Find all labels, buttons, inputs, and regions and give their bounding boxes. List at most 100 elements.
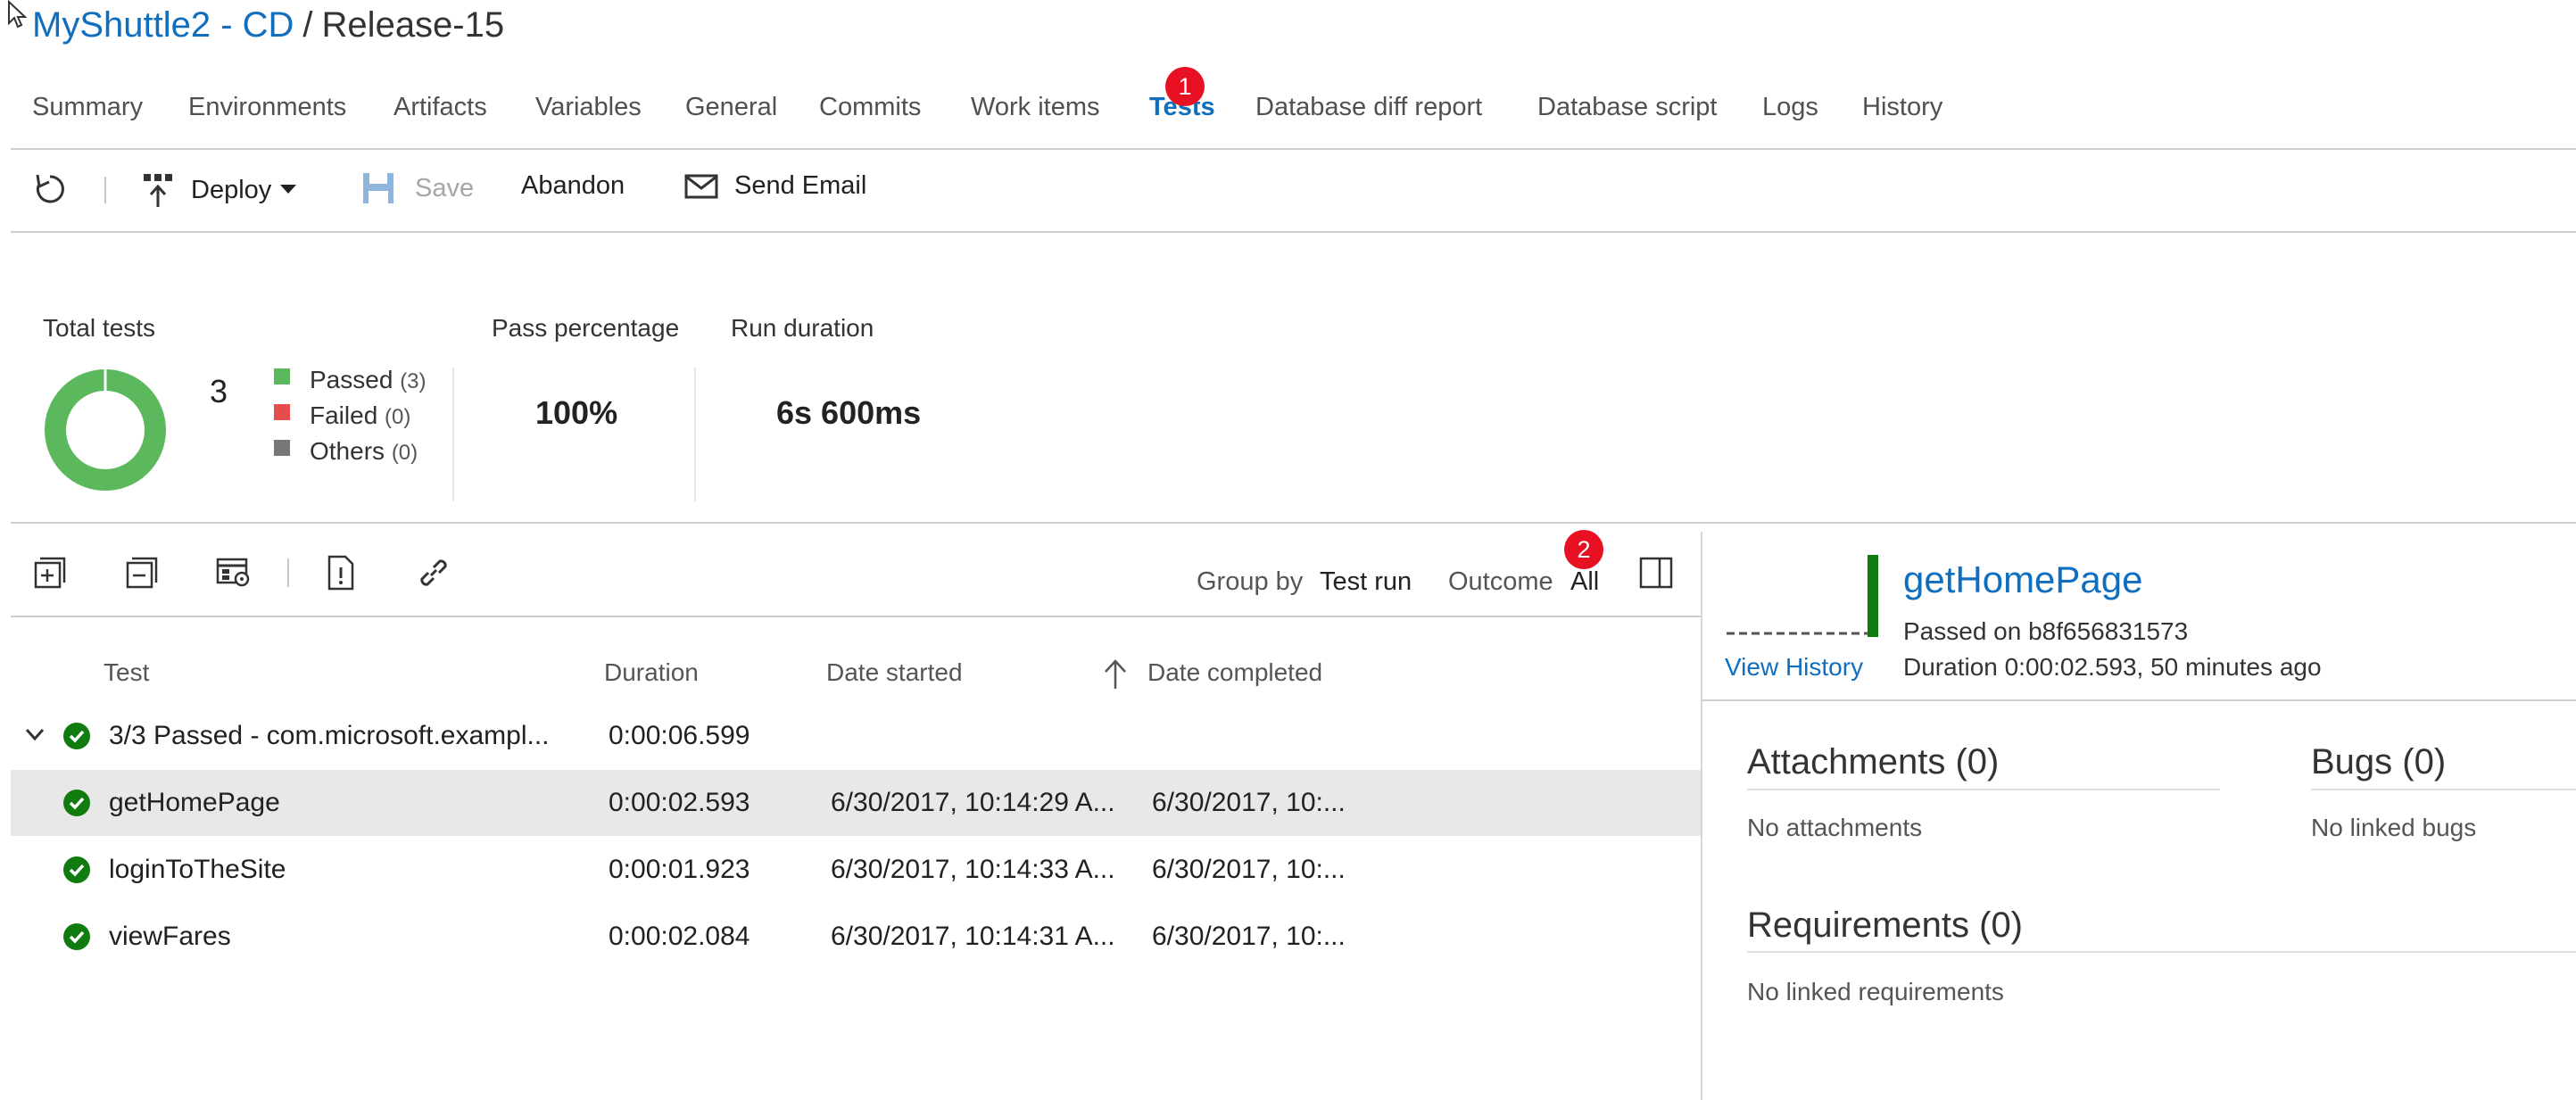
test-duration: 0:00:01.923 — [609, 855, 750, 884]
legend-passed-label: Passed — [310, 366, 393, 393]
test-date-completed: 6/30/2017, 10:... — [1152, 855, 1346, 884]
column-options-icon — [215, 556, 253, 590]
send-email-button[interactable]: Send Email — [684, 171, 866, 201]
passed-check-icon — [63, 923, 90, 950]
outcome-label: Outcome — [1448, 567, 1553, 596]
save-label: Save — [415, 173, 475, 203]
tab-logs[interactable]: Logs — [1762, 93, 1818, 122]
create-bug-button[interactable] — [318, 550, 364, 596]
tab-database-script[interactable]: Database script — [1537, 93, 1718, 122]
test-date-started: 6/30/2017, 10:14:29 A... — [831, 788, 1115, 817]
test-date-started: 6/30/2017, 10:14:33 A... — [831, 855, 1115, 884]
save-icon — [361, 171, 395, 205]
view-history-link[interactable]: View History — [1725, 653, 1863, 682]
requirements-underline — [1747, 951, 2576, 953]
deploy-label: Deploy — [191, 175, 272, 204]
tab-database-diff-report[interactable]: Database diff report — [1255, 93, 1482, 122]
legend-passed-count: (3) — [400, 369, 427, 393]
group-by-dropdown[interactable]: Test run — [1320, 567, 1412, 597]
bugs-underline — [2311, 789, 2576, 790]
report-issue-icon — [327, 555, 355, 591]
column-header-duration[interactable]: Duration — [604, 658, 699, 687]
test-date-started: 6/30/2017, 10:14:31 A... — [831, 922, 1115, 951]
expand-all-button[interactable] — [27, 550, 73, 596]
group-duration: 0:00:06.599 — [609, 721, 750, 750]
toolbar-divider — [11, 231, 2576, 233]
tests-donut-chart — [43, 368, 168, 492]
pane-splitter[interactable] — [1701, 532, 1702, 1100]
test-name: viewFares — [109, 922, 231, 951]
duration-text: Duration 0:00:02.593, 50 minutes ago — [1903, 653, 2322, 681]
total-tests-label: Total tests — [43, 314, 156, 342]
breadcrumb: MyShuttle2 - CD / Release-15 — [32, 5, 504, 45]
test-history-sparkline — [1725, 553, 1894, 639]
requirements-empty-text: No linked requirements — [1747, 978, 2004, 1005]
test-duration: 0:00:02.593 — [609, 788, 750, 817]
legend-failed-count: (0) — [385, 405, 411, 429]
column-header-test[interactable]: Test — [104, 658, 149, 687]
chevron-down-icon — [280, 185, 297, 195]
test-date-completed: 6/30/2017, 10:... — [1152, 922, 1346, 951]
summary-divider-bottom — [11, 522, 2576, 524]
sort-ascending-icon — [1103, 658, 1128, 689]
passed-check-icon — [63, 790, 90, 816]
detail-header-divider — [1701, 699, 2576, 701]
tab-general[interactable]: General — [685, 93, 777, 122]
group-by-label: Group by — [1197, 567, 1304, 596]
callout-badge-1: 1 — [1165, 67, 1205, 106]
group-name: 3/3 Passed - com.microsoft.exampl... — [109, 721, 550, 750]
pass-percentage-label: Pass percentage — [492, 314, 680, 342]
tab-summary[interactable]: Summary — [32, 93, 143, 122]
tabs-divider — [11, 148, 2576, 150]
breadcrumb-separator: / — [302, 5, 313, 45]
pass-percentage-value: 100% — [535, 394, 618, 431]
expand-all-icon — [33, 556, 67, 590]
collapse-all-icon — [125, 556, 159, 590]
group-row[interactable]: 3/3 Passed - com.microsoft.exampl... 0:0… — [11, 703, 1701, 769]
chevron-down-icon[interactable] — [25, 728, 45, 742]
send-email-label: Send Email — [734, 171, 867, 200]
collapse-all-button[interactable] — [119, 550, 165, 596]
column-header-date-completed[interactable]: Date completed — [1147, 658, 1322, 687]
tab-artifacts[interactable]: Artifacts — [393, 93, 487, 122]
refresh-button[interactable] — [32, 170, 68, 209]
summary-divider — [694, 368, 696, 501]
link-button[interactable] — [410, 550, 457, 596]
save-button[interactable]: Save — [361, 171, 474, 205]
bugs-heading[interactable]: Bugs (0) — [2311, 742, 2446, 782]
table-row[interactable]: loginToTheSite 0:00:01.923 6/30/2017, 10… — [11, 837, 1701, 903]
table-row[interactable]: viewFares 0:00:02.084 6/30/2017, 10:14:3… — [11, 904, 1701, 970]
results-header-divider — [11, 616, 1701, 617]
table-row[interactable]: getHomePage 0:00:02.593 6/30/2017, 10:14… — [11, 770, 1701, 836]
column-header-date-started[interactable]: Date started — [826, 658, 963, 687]
deploy-button[interactable]: Deploy — [141, 171, 297, 209]
test-name: getHomePage — [109, 788, 280, 817]
others-swatch — [274, 440, 290, 456]
outcome-dropdown[interactable]: All — [1570, 567, 1599, 597]
passed-check-icon — [63, 723, 90, 749]
results-toolbar-separator — [287, 558, 289, 587]
test-date-completed: 6/30/2017, 10:... — [1152, 788, 1346, 817]
tab-history[interactable]: History — [1862, 93, 1942, 122]
breadcrumb-project-link[interactable]: MyShuttle2 - CD — [32, 5, 294, 45]
requirements-heading[interactable]: Requirements (0) — [1747, 906, 2023, 946]
test-name: loginToTheSite — [109, 855, 286, 884]
test-detail-title[interactable]: getHomePage — [1903, 558, 2143, 601]
tab-work-items[interactable]: Work items — [971, 93, 1099, 122]
tab-variables[interactable]: Variables — [535, 93, 642, 122]
tab-commits[interactable]: Commits — [819, 93, 921, 122]
refresh-icon — [32, 170, 68, 209]
deploy-icon — [141, 171, 175, 209]
attachments-empty-text: No attachments — [1747, 814, 1923, 841]
tab-environments[interactable]: Environments — [188, 93, 346, 122]
summary-divider — [452, 368, 454, 501]
run-duration-value: 6s 600ms — [776, 394, 922, 431]
toggle-details-pane-button[interactable] — [1633, 550, 1679, 596]
legend-others: Others (0) — [274, 437, 418, 466]
run-duration-label: Run duration — [731, 314, 874, 342]
column-options-button[interactable] — [211, 550, 257, 596]
legend-failed-label: Failed — [310, 401, 378, 429]
abandon-button[interactable]: Abandon — [521, 171, 625, 201]
passed-on-text: Passed on b8f656831573 — [1903, 617, 2189, 645]
attachments-heading[interactable]: Attachments (0) — [1747, 742, 1999, 782]
